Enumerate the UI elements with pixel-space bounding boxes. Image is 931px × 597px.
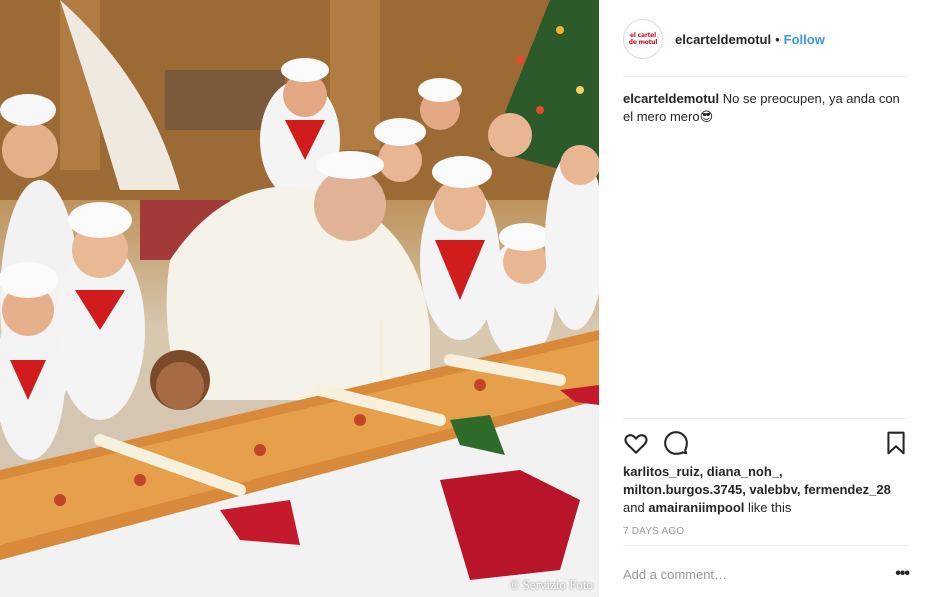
comment-input[interactable] — [623, 566, 889, 582]
post-header: el cartel de motul elcarteldemotul • Fol… — [623, 18, 909, 60]
header-username[interactable]: elcarteldemotul — [675, 32, 771, 47]
post-caption: elcarteldemotul No se preocupen, ya anda… — [623, 90, 909, 126]
avatar[interactable]: el cartel de motul — [623, 19, 663, 59]
comment-icon[interactable] — [663, 430, 689, 456]
post-photo[interactable]: © Servizio Foto — [0, 0, 599, 597]
actions-divider — [623, 418, 909, 419]
post-actions — [623, 430, 909, 456]
follow-button[interactable]: Follow — [784, 32, 825, 47]
avatar-text-line1: el cartel — [630, 32, 656, 39]
comment-divider — [623, 545, 909, 546]
header-separator: • — [775, 31, 780, 47]
likes-users[interactable]: karlitos_ruiz, diana_noh_, milton.burgos… — [623, 464, 891, 497]
post-details-panel: el cartel de motul elcarteldemotul • Fol… — [599, 0, 931, 597]
likes-last-user[interactable]: amairaniimpool — [648, 500, 744, 515]
avatar-text-line2: de motul — [628, 39, 658, 46]
comment-box: ••• — [623, 560, 910, 588]
likes-summary: karlitos_ruiz, diana_noh_, milton.burgos… — [623, 463, 909, 517]
heart-icon[interactable] — [623, 430, 649, 456]
likes-and: and — [623, 500, 645, 515]
bookmark-icon[interactable] — [883, 430, 909, 456]
caption-username[interactable]: elcarteldemotul — [623, 91, 719, 106]
header-divider — [623, 76, 909, 77]
photo-illustration — [0, 0, 599, 597]
post-date[interactable]: 7 DAYS AGO — [623, 526, 684, 537]
more-options-button[interactable]: ••• — [889, 565, 910, 583]
photo-credit: © Servizio Foto — [509, 577, 593, 592]
likes-suffix: like this — [748, 500, 792, 515]
